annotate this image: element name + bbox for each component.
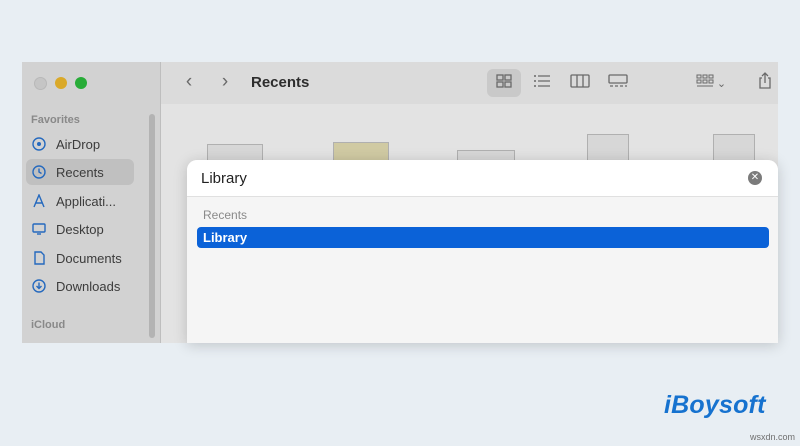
go-to-folder-dialog: ✕ Recents Library [187, 160, 778, 343]
iboysoft-logo: iBoysoft [664, 391, 766, 419]
search-bar: ✕ [187, 160, 778, 197]
clear-search-icon[interactable]: ✕ [748, 171, 762, 185]
watermark-text: wsxdn.com [750, 432, 796, 442]
result-item-label: Library [203, 230, 248, 245]
recents-section-label: Recents [203, 208, 248, 222]
folder-path-input[interactable] [201, 168, 741, 188]
result-item-library[interactable]: Library [197, 227, 769, 248]
